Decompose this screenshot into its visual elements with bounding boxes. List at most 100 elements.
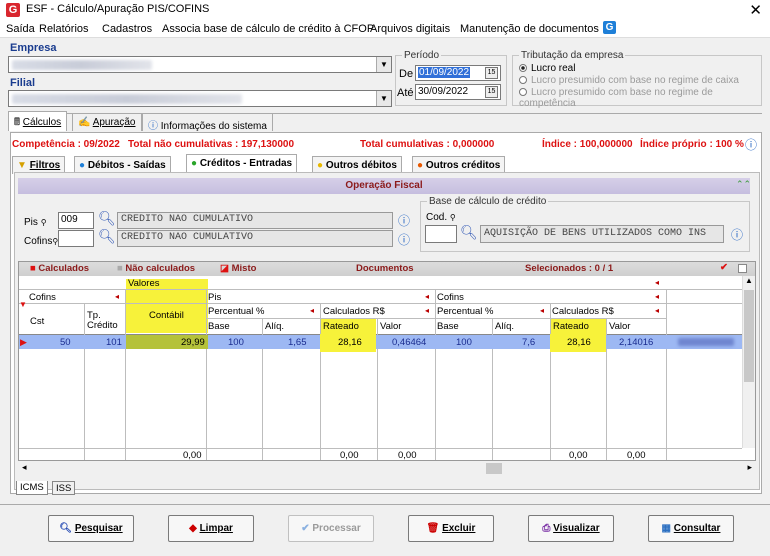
consultar-button[interactable]: ▦ Consultar [648, 515, 734, 542]
select-all-checkbox[interactable] [738, 264, 747, 273]
info-icon[interactable]: ⓘ [731, 226, 743, 243]
trash-icon: 🗑︎ [426, 523, 440, 534]
tab-calculos[interactable]: 🖩 Cálculos [8, 111, 68, 131]
info-icon[interactable]: ⓘ [398, 231, 410, 248]
data-de-input[interactable]: 01/09/2022 15 [415, 65, 501, 81]
collapse-arrow-icon[interactable]: ◂ [115, 292, 119, 301]
header-rateado: Rateado [323, 321, 359, 332]
info-icon[interactable]: ⓘ [745, 136, 757, 153]
current-row-icon: ▶ [20, 337, 27, 347]
header-calculados-2: Calculados R$ [552, 306, 614, 317]
table-icon: ▦ [661, 523, 671, 534]
header-aliq-2: Alíq. [495, 321, 515, 332]
menu-cadastros[interactable]: Cadastros [102, 23, 152, 35]
indice-proprio-text: Índice próprio : 100 % [640, 139, 744, 150]
header-contabil: Contábil [149, 310, 184, 321]
vertical-scrollbar[interactable]: ▲ [742, 276, 755, 448]
de-label: De [399, 68, 414, 80]
tab-informacoes[interactable]: ⓘ Informações do sistema [142, 113, 273, 132]
collapse-arrow-icon[interactable]: ◂ [310, 306, 314, 315]
scroll-up-icon[interactable]: ▲ [745, 276, 753, 285]
calendar-icon[interactable]: 15 [485, 67, 498, 79]
empresa-combo[interactable]: ▼ [8, 56, 392, 73]
collapse-arrow-icon[interactable]: ◂ [540, 306, 544, 315]
excluir-button[interactable]: 🗑︎ Excluir [408, 515, 494, 542]
header-base-2: Base [437, 321, 459, 332]
tab-iss[interactable]: ISS [52, 481, 76, 495]
horizontal-scrollbar[interactable]: ◂ ▸ [19, 462, 755, 475]
row-rateado-2: 28,16 [567, 337, 591, 348]
cod-input[interactable] [425, 225, 457, 243]
cofins-description: CREDITO NAO CUMULATIVO [117, 230, 393, 247]
data-ate-input[interactable]: 30/09/2022 15 [415, 84, 501, 100]
collapse-arrow-icon[interactable]: ◂ [655, 278, 659, 287]
chevron-down-icon[interactable]: ▼ [376, 57, 391, 72]
row-tp-credito: 101 [106, 337, 122, 348]
header-cofins-2: Cofins [437, 292, 464, 303]
close-button[interactable]: ✕ [749, 1, 762, 19]
row-base-2: 100 [456, 337, 472, 348]
help-g-icon[interactable]: G [603, 21, 616, 34]
processar-button[interactable]: ✔ Processar [288, 515, 374, 542]
header-base: Base [208, 321, 230, 332]
radio-lucro-presumido-competencia[interactable]: Lucro presumido com base no regime de co… [519, 87, 770, 109]
title-bar: G ESF - Cálculo/Apuração PIS/COFINS ✕ [0, 0, 770, 20]
menu-arquivos-digitais[interactable]: Arquivos digitais [370, 23, 450, 35]
menu-manutencao-documentos[interactable]: Manutenção de documentos [460, 23, 599, 35]
row-contabil: 29,99 [181, 337, 205, 348]
cofins-code-input[interactable] [58, 230, 94, 247]
pis-description: CREDITO NAO CUMULATIVO [117, 212, 393, 229]
limpar-button[interactable]: ◆ Limpar [168, 515, 254, 542]
grid-documentos-title: Documentos [356, 263, 414, 274]
header-pis: Pis [208, 292, 222, 303]
tab-apuracao[interactable]: ✍ Apuração [72, 113, 142, 131]
collapse-arrow-icon[interactable]: ◂ [655, 292, 659, 301]
search-icon[interactable]: 🔍︎ [98, 228, 116, 245]
menu-saida[interactable]: Saída [6, 23, 35, 35]
eraser-icon: ◆ [189, 523, 197, 534]
pis-code-input[interactable]: 009 [58, 212, 94, 229]
collapse-arrow-icon[interactable]: ◂ [655, 306, 659, 315]
header-valores: Valores [128, 278, 160, 289]
row-aliq-2: 7,6 [522, 337, 536, 348]
chevron-down-icon[interactable]: ▼ [376, 91, 391, 106]
info-icon[interactable]: ⓘ [398, 212, 410, 229]
vertical-scroll-thumb[interactable] [744, 290, 754, 382]
base-calculo-description: AQUISIÇÃO DE BENS UTILIZADOS COMO INS [480, 225, 724, 243]
radio-lucro-presumido-caixa[interactable]: Lucro presumido com base no regime de ca… [519, 75, 739, 86]
scroll-left-icon[interactable]: ◂ [22, 462, 27, 473]
calendar-icon[interactable]: 15 [485, 86, 498, 98]
search-icon: 🔍︎ [59, 523, 73, 534]
header-valor-2: Valor [609, 321, 631, 332]
competencia-text: Competência : 09/2022 [12, 139, 120, 150]
tab-icms[interactable]: ICMS [16, 481, 48, 495]
printer-icon: ⎙ [542, 523, 551, 534]
visualizar-button[interactable]: ⎙ Visualizar [528, 515, 614, 542]
menu-bar: Saída Relatórios Cadastros Associa base … [0, 20, 770, 38]
header-percentual-2: Percentual % [437, 306, 494, 317]
pesquisar-button[interactable]: 🔍︎ Pesquisar [48, 515, 134, 542]
base-calculo-legend: Base de cálculo de crédito [429, 196, 547, 207]
menu-associa-base[interactable]: Associa base de cálculo de crédito à CFO… [162, 23, 374, 35]
subtab-creditos-entradas[interactable]: ● Créditos - Entradas [186, 154, 298, 174]
yellow-dot-icon: ● [317, 160, 324, 171]
check-all-icon[interactable]: ✔ [720, 262, 728, 273]
search-icon[interactable]: 🔍︎ [460, 224, 478, 241]
header-valor: Valor [380, 321, 402, 332]
filial-label: Filial [10, 77, 36, 89]
total-valor: 0,00 [398, 450, 417, 461]
collapse-arrow-icon[interactable]: ◂ [425, 292, 429, 301]
data-ate-value: 30/09/2022 [418, 86, 469, 97]
filial-combo[interactable]: ▼ [8, 90, 392, 107]
radio-lucro-real[interactable]: Lucro real [519, 63, 575, 74]
search-icon[interactable]: 🔍︎ [98, 210, 116, 227]
scroll-right-icon[interactable]: ▸ [747, 462, 752, 473]
collapse-arrow-icon[interactable]: ◂ [425, 306, 429, 315]
total-cumulativas: Total cumulativas : 0,000000 [360, 139, 495, 150]
header-rateado-2: Rateado [553, 321, 589, 332]
menu-relatorios[interactable]: Relatórios [39, 23, 89, 35]
horizontal-scroll-thumb[interactable] [486, 463, 502, 474]
cofins-label: Cofins⚲ [24, 236, 59, 247]
collapse-icon[interactable]: ⌃⌃ [736, 179, 751, 190]
app-logo-icon: G [6, 3, 20, 17]
